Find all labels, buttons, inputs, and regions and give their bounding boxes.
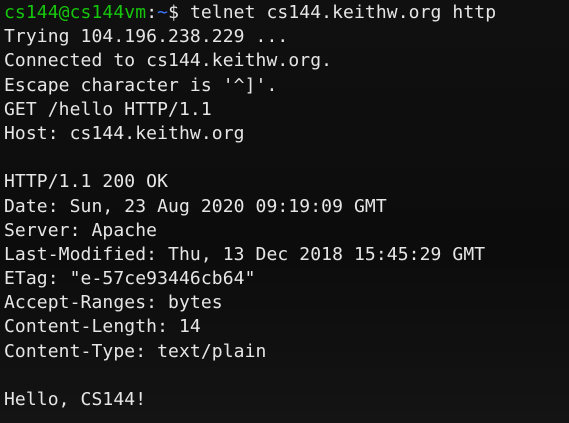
output-line-date: Date: Sun, 23 Aug 2020 09:19:09 GMT: [4, 195, 387, 217]
prompt-symbol: $: [168, 2, 190, 23]
output-line-trying: Trying 104.196.238.229 ...: [4, 26, 289, 48]
output-line-status: HTTP/1.1 200 OK: [4, 171, 169, 193]
prompt-path: ~: [157, 2, 169, 23]
prompt-line: cs144@cs144vm:~$ telnet cs144.keithw.org…: [4, 1, 569, 25]
output-line-content-type: Content-Type: text/plain: [4, 340, 267, 362]
output-line-blank: [4, 146, 569, 170]
output-line-blank: [4, 364, 569, 388]
prompt-user-host: cs144@cs144vm: [4, 2, 147, 23]
output-line-etag: ETag: "e-57ce93446cb64": [4, 268, 256, 290]
output-line-server: Server: Apache: [4, 219, 158, 241]
output-line-last-modified: Last-Modified: Thu, 13 Dec 2018 15:45:29…: [4, 243, 486, 265]
output-line-escape: Escape character is '^]'.: [4, 74, 278, 96]
output-line-get-request: GET /hello HTTP/1.1: [4, 98, 212, 120]
prompt-command: telnet cs144.keithw.org http: [189, 2, 497, 23]
output-line-body: Hello, CS144!: [4, 389, 147, 410]
output-line-accept-ranges: Accept-Ranges: bytes: [4, 292, 223, 314]
prompt-separator: :: [146, 2, 158, 23]
output-line-connected: Connected to cs144.keithw.org.: [4, 50, 333, 72]
terminal-window[interactable]: cs144@cs144vm:~$ telnet cs144.keithw.org…: [0, 0, 569, 423]
output-line-content-length: Content-Length: 14: [4, 316, 201, 338]
output-line-host-header: Host: cs144.keithw.org: [4, 122, 245, 144]
